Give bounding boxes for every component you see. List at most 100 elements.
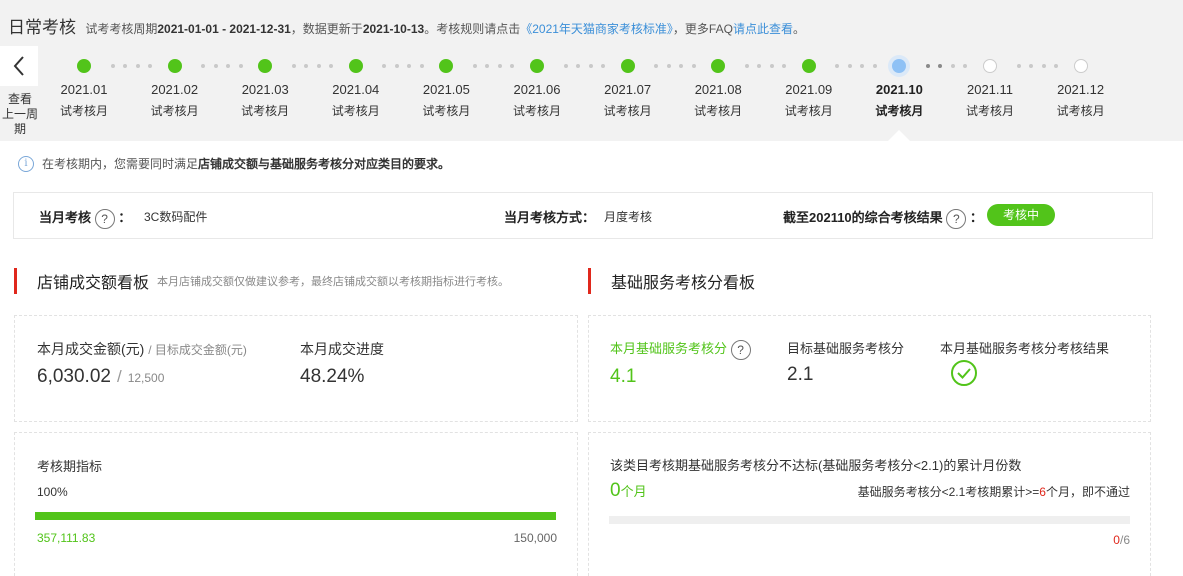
timeline-separator-dot xyxy=(1054,64,1058,68)
timeline-separator-dot xyxy=(679,64,684,68)
timeline-separator-dot xyxy=(782,64,787,68)
timeline-month-2021.06[interactable]: 2021.06 xyxy=(497,82,577,97)
timeline-month-2021.12[interactable]: 2021.12 xyxy=(1041,82,1121,97)
timeline-separator-dot xyxy=(691,64,696,68)
month-assess-label-text: 当月考核 xyxy=(39,210,92,225)
method-label: 当月考核方式： xyxy=(504,210,596,225)
timeline-separator-dot xyxy=(419,64,424,68)
timeline-month-2021.11[interactable]: 2021.11 xyxy=(950,82,1030,97)
timeline-separator-dot xyxy=(654,64,659,68)
timeline-dot-2021.09[interactable] xyxy=(801,59,816,73)
timeline-month-2021.01[interactable]: 2021.01 xyxy=(44,82,124,97)
timeline-separator-dot xyxy=(938,64,943,68)
updated-prefix: ，数据更新于 xyxy=(290,22,363,36)
notice-text: 在考核期内，您需要同时满足 xyxy=(42,157,199,171)
fail-rule-prefix: 基础服务考核分<2.1考核期累计>= xyxy=(857,485,1040,499)
method-value: 月度考核 xyxy=(604,210,653,224)
timeline-dot-2021.08[interactable] xyxy=(711,59,726,73)
fail-ratio: 0/6 xyxy=(1113,533,1130,547)
top-header: 日常考核 试考考核周期2021-01-01 - 2021-12-31，数据更新于… xyxy=(0,0,1183,141)
progress-label: 本月成交进度 xyxy=(300,341,384,357)
timeline-separator-dot xyxy=(576,64,580,68)
timeline-dot-2021.12[interactable] xyxy=(1073,59,1088,73)
period-info: 试考考核周期2021-01-01 - 2021-12-31，数据更新于2021-… xyxy=(85,22,805,36)
timeline-separator-dot xyxy=(238,64,243,68)
timeline-separator-dot xyxy=(213,64,218,68)
timeline-dot-2021.03[interactable] xyxy=(258,59,273,73)
indicator-target: 150,000 xyxy=(513,531,557,545)
timeline-month-2021.08[interactable]: 2021.08 xyxy=(678,82,758,97)
timeline-separator-dot xyxy=(1029,64,1033,68)
period-value: 2021-01-01 - 2021-12-31 xyxy=(157,22,291,36)
faq-link[interactable]: 请点此查看 xyxy=(733,22,793,36)
timeline-month-2021.05[interactable]: 2021.05 xyxy=(406,82,486,97)
section-accent-bar xyxy=(14,268,17,294)
timeline-dot-2021.06[interactable] xyxy=(530,59,544,73)
help-icon[interactable]: ? xyxy=(730,339,751,360)
timeline-month-2021.07[interactable]: 2021.07 xyxy=(588,82,668,97)
help-icon[interactable]: ? xyxy=(94,208,115,229)
timeline-month-2021.10[interactable]: 2021.10 xyxy=(859,82,939,97)
fail-rule: 基础服务考核分<2.1考核期累计>=6个月，即不通过 xyxy=(858,483,1130,500)
timeline-separator-dot xyxy=(123,64,127,68)
timeline-label-2021.12: 试考核月 xyxy=(1056,104,1105,118)
indicator-progress-bar xyxy=(35,512,556,520)
prev-period-button[interactable] xyxy=(0,46,38,86)
timeline-label-2021.05: 试考核月 xyxy=(422,104,471,118)
timeline-label-2021.11: 试考核月 xyxy=(965,104,1014,118)
indicator-card: 考核期指标 100% 357,111.83 150,000 xyxy=(14,432,578,576)
check-circle-icon xyxy=(951,360,977,386)
timeline-label-2021.01: 试考核月 xyxy=(59,104,108,118)
fail-ratio-den: /6 xyxy=(1119,533,1130,547)
timeline-separator-dot xyxy=(304,64,309,68)
timeline-label-2021.06: 试考核月 xyxy=(512,104,561,118)
target-amount-label: / 目标成交金额(元) xyxy=(148,343,247,357)
score-card: 本月基础服务考核分 ? 4.1 目标基础服务考核分 2.1 本月基础服务考核分考… xyxy=(588,315,1151,422)
indicator-percent: 100% xyxy=(37,485,68,499)
right-section-title: 基础服务考核分看板 xyxy=(588,268,755,294)
timeline-separator-dot xyxy=(860,64,865,68)
timeline-separator-dot xyxy=(1016,64,1021,68)
timeline-dot-2021.01[interactable] xyxy=(77,59,91,73)
fail-ratio-num: 0 xyxy=(1113,533,1120,547)
rule-prefix: 。考核规则请点击 xyxy=(424,22,521,36)
timeline-dot-2021.04[interactable] xyxy=(348,59,363,73)
timeline-dot-2021.05[interactable] xyxy=(439,59,454,73)
timeline-separator-dot xyxy=(148,64,152,68)
timeline-separator-dot xyxy=(510,64,515,68)
left-section-title: 店铺成交额看板 本月店铺成交额仅做建议参考，最终店铺成交额以考核期指标进行考核。 xyxy=(14,268,509,294)
title-row: 日常考核 试考考核周期2021-01-01 - 2021-12-31，数据更新于… xyxy=(8,13,805,38)
score-label: 本月基础服务考核分 ? xyxy=(610,338,751,360)
rule-link[interactable]: 《2021年天猫商家考核标准》 xyxy=(520,22,673,36)
prev-period-label-1: 查看 xyxy=(7,92,32,106)
help-icon[interactable]: ? xyxy=(946,208,967,229)
timeline-separator-dot xyxy=(472,64,477,68)
indicator-current: 357,111.83 xyxy=(37,531,96,545)
section-accent-bar xyxy=(588,268,591,294)
fail-count-value: 0 xyxy=(610,480,621,501)
timeline-month-2021.09[interactable]: 2021.09 xyxy=(769,82,849,97)
target-amount-value: 12,500 xyxy=(127,371,165,385)
timeline-month-2021.02[interactable]: 2021.02 xyxy=(135,82,215,97)
timeline-dot-2021.02[interactable] xyxy=(167,59,182,73)
score-result-label: 本月基础服务考核分考核结果 xyxy=(940,341,1110,356)
month-assess-value: 3C数码配件 xyxy=(144,210,208,224)
target-score-value: 2.1 xyxy=(787,364,814,385)
timeline-dot-2021.10[interactable] xyxy=(892,59,907,73)
timeline-dot-2021.07[interactable] xyxy=(620,59,635,73)
timeline-separator-dot xyxy=(394,64,399,68)
timeline-separator-dot xyxy=(835,64,840,68)
timeline-separator-dot xyxy=(872,64,877,68)
timeline-separator-dot xyxy=(757,64,762,68)
timeline-separator-dot xyxy=(963,64,968,68)
timeline-separator-dot xyxy=(925,64,930,68)
timeline-separator-dot xyxy=(769,64,774,68)
timeline-separator-dot xyxy=(485,64,490,68)
prev-period-label[interactable]: 查看 上一周期 xyxy=(0,92,40,137)
score-label-text: 本月基础服务考核分 xyxy=(610,341,728,356)
timeline-dot-2021.11[interactable] xyxy=(983,59,997,73)
timeline-month-2021.03[interactable]: 2021.03 xyxy=(225,82,305,97)
fail-rule-suffix: 个月，即不通过 xyxy=(1045,485,1130,499)
amount-label-text: 本月成交金额(元) xyxy=(37,341,145,357)
timeline-month-2021.04[interactable]: 2021.04 xyxy=(316,82,396,97)
